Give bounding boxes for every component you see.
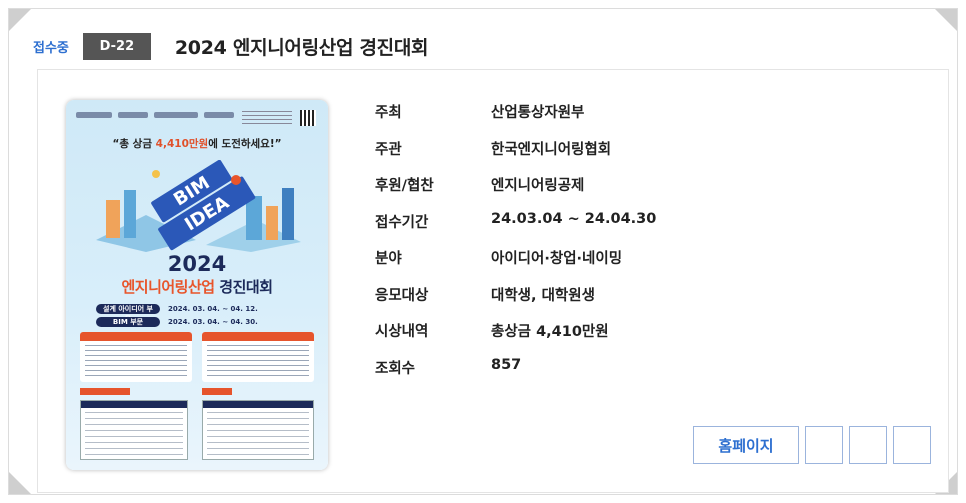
poster-image[interactable]: “총 상금 4,410만원에 도전하세요!” BIM IDEA 2024 엔지니… — [66, 100, 328, 470]
detail-label: 응모대상 — [375, 287, 429, 304]
detail-value: 아이디어·창업·네이밍 — [491, 251, 623, 267]
poster-year: 2024 — [167, 252, 227, 276]
homepage-button[interactable]: 홈페이지 — [693, 426, 799, 464]
poster-slogan-amount: 4,410만원 — [155, 138, 209, 150]
detail-row: 응모대상 대학생, 대학원생 — [375, 284, 656, 321]
detail-panel: “총 상금 4,410만원에 도전하세요!” BIM IDEA 2024 엔지니… — [37, 69, 949, 493]
contest-details: 주최 산업통상자원부 주관 한국엔지니어링협회 후원/협찬 엔지니어링공제 접수… — [375, 101, 656, 393]
poster-schedule-row: BIM 부문 2024. 03. 04. ~ 04. 30. — [96, 316, 296, 327]
detail-value: 한국엔지니어링협회 — [491, 141, 612, 158]
poster-schedule-row: 설계 아이디어 부문 2024. 03. 04. ~ 04. 12. — [96, 303, 296, 323]
share-button[interactable] — [805, 426, 843, 464]
detail-value: 대학생, 대학원생 — [491, 287, 595, 304]
detail-row: 시상내역 총상금 4,410만원 — [375, 320, 656, 357]
detail-value: 총상금 4,410만원 — [491, 324, 609, 340]
sponsor-logos — [76, 112, 236, 122]
card-header: 접수중 D-22 2024 엔지니어링산업 경진대회 — [33, 31, 428, 61]
poster-name-main: 엔지니어링산업 — [121, 278, 215, 296]
detail-row: 분야 아이디어·창업·네이밍 — [375, 247, 656, 284]
dday-badge: D-22 — [82, 32, 151, 60]
poster-category-dates: 2024. 03. 04. ~ 04. 30. — [168, 317, 258, 326]
poster-table — [202, 400, 314, 460]
detail-label: 접수기간 — [375, 214, 429, 231]
action-buttons: 홈페이지 — [693, 426, 931, 464]
detail-row: 주최 산업통상자원부 — [375, 101, 656, 138]
poster-name-tail: 경진대회 — [214, 278, 273, 296]
poster-slogan: “총 상금 4,410만원에 도전하세요!” — [66, 136, 328, 151]
qr-code-icon — [300, 110, 316, 126]
share-button[interactable] — [849, 426, 887, 464]
poster-category-pill: BIM 부문 — [96, 316, 160, 327]
corner-decoration — [9, 472, 31, 494]
detail-row: 후원/협찬 엔지니어링공제 — [375, 174, 656, 211]
page-title: 2024 엔지니어링산업 경진대회 — [174, 36, 429, 59]
detail-value: 산업통상자원부 — [491, 105, 585, 121]
poster-slogan-prefix: “총 상금 — [112, 138, 156, 150]
poster-contest-name: 엔지니어링산업 경진대회 — [66, 276, 328, 297]
view-count: 857 — [491, 356, 522, 373]
poster-table — [80, 400, 188, 460]
poster-fine-print — [242, 111, 292, 125]
share-button[interactable] — [893, 426, 931, 464]
detail-label: 분야 — [375, 251, 402, 267]
poster-section-label — [80, 388, 130, 395]
poster-info-box — [202, 332, 314, 382]
corner-decoration — [935, 9, 957, 31]
poster-category-dates: 2024. 03. 04. ~ 04. 12. — [168, 304, 258, 313]
detail-label: 시상내역 — [375, 324, 429, 340]
poster-illustration: BIM IDEA — [96, 160, 301, 252]
poster-info-box — [80, 332, 192, 382]
detail-row: 조회수 857 — [375, 357, 656, 394]
detail-label: 주최 — [375, 105, 402, 121]
detail-label: 조회수 — [375, 360, 416, 377]
poster-category-pill: 설계 아이디어 부문 — [96, 303, 160, 323]
detail-value: 24.03.04 ~ 24.04.30 — [491, 210, 657, 227]
poster-slogan-suffix: 에 도전하세요!” — [208, 138, 282, 150]
poster-section-label — [202, 388, 232, 395]
corner-decoration — [9, 9, 31, 31]
detail-value: 엔지니어링공제 — [491, 178, 585, 194]
detail-row: 주관 한국엔지니어링협회 — [375, 138, 656, 175]
detail-label: 후원/협찬 — [375, 178, 434, 194]
detail-label: 주관 — [375, 141, 402, 158]
detail-row: 접수기간 24.03.04 ~ 24.04.30 — [375, 211, 656, 248]
status-badge: 접수중 — [33, 40, 69, 56]
contest-card: 접수중 D-22 2024 엔지니어링산업 경진대회 “총 상금 4,410만원… — [8, 8, 958, 495]
